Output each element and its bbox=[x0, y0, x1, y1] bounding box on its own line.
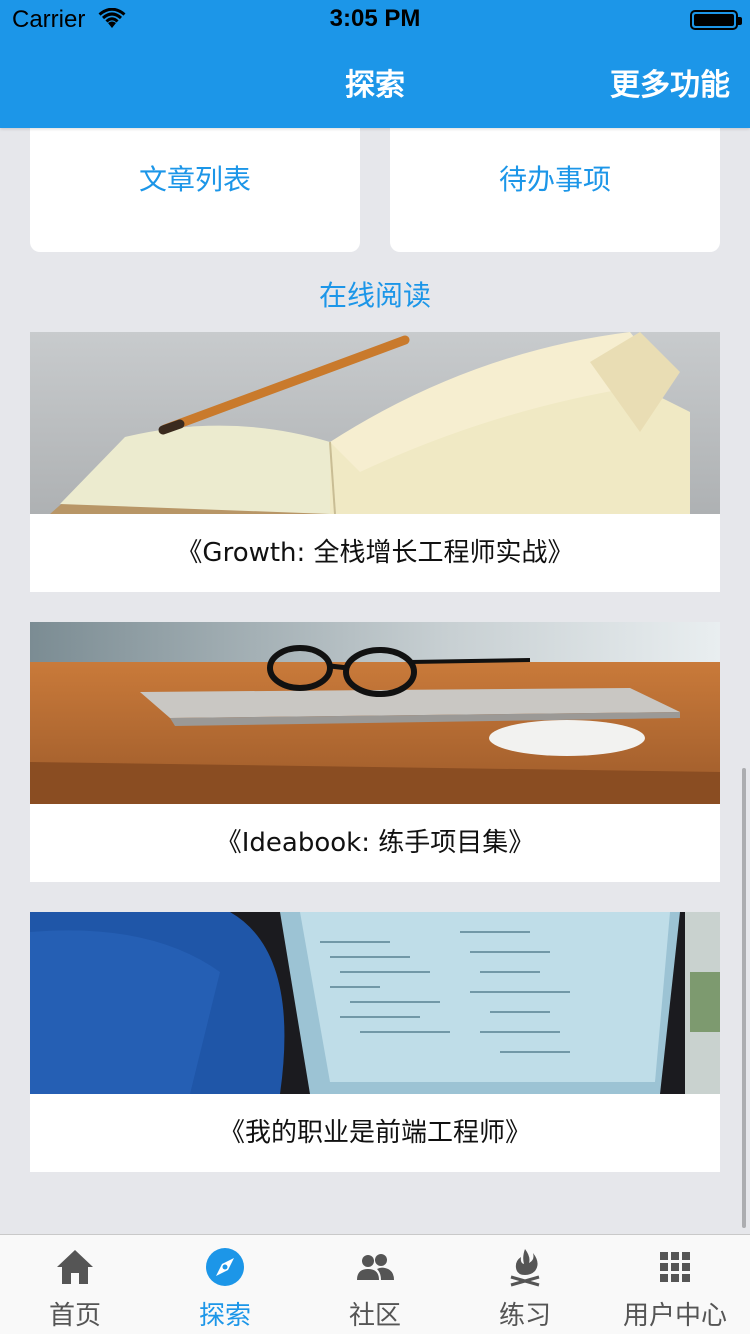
scrollbar[interactable] bbox=[742, 768, 746, 1228]
home-icon bbox=[57, 1250, 93, 1284]
tab-bar: 首页 探索 社区 练习 用户中心 bbox=[0, 1234, 750, 1334]
tab-user-center-label: 用户中心 bbox=[622, 1301, 727, 1331]
community-icon bbox=[357, 1254, 394, 1280]
book-cover-image bbox=[30, 912, 720, 1094]
tab-community[interactable]: 社区 bbox=[300, 1235, 450, 1334]
book-card[interactable]: 《我的职业是前端工程师》 bbox=[30, 912, 720, 1172]
book-card[interactable]: 《Growth: 全栈增长工程师实战》 bbox=[30, 332, 720, 592]
book-title: 《Growth: 全栈增长工程师实战》 bbox=[176, 538, 574, 568]
article-list-label: 文章列表 bbox=[138, 163, 251, 196]
tab-community-label: 社区 bbox=[348, 1301, 401, 1331]
todo-tile[interactable]: 待办事项 bbox=[390, 128, 720, 252]
section-title: 在线阅读 bbox=[318, 279, 431, 312]
article-list-icon bbox=[175, 128, 215, 134]
tab-practice-label: 练习 bbox=[498, 1301, 551, 1331]
book-card[interactable]: 《Ideabook: 练手项目集》 bbox=[30, 622, 720, 882]
battery-icon bbox=[690, 10, 742, 30]
practice-flame-icon bbox=[510, 1249, 540, 1287]
explore-content[interactable]: 文章列表 待办事项 在线阅读 《Growth: 全栈增长工程师实战》 《Idea… bbox=[0, 128, 750, 1234]
book-title: 《Ideabook: 练手项目集》 bbox=[215, 828, 535, 858]
tab-home[interactable]: 首页 bbox=[0, 1235, 150, 1334]
status-bar: Carrier 3:05 PM bbox=[0, 0, 750, 40]
book-cover-image bbox=[30, 622, 720, 804]
clock: 3:05 PM bbox=[329, 5, 421, 32]
grid-icon bbox=[660, 1252, 690, 1282]
book-cover-image bbox=[30, 332, 720, 514]
top-bar: Carrier 3:05 PM 探索 更多功能 bbox=[0, 0, 750, 128]
tab-practice[interactable]: 练习 bbox=[450, 1235, 600, 1334]
tab-explore-label: 探索 bbox=[198, 1301, 251, 1331]
book-title: 《我的职业是前端工程师》 bbox=[218, 1118, 531, 1148]
more-features-button[interactable]: 更多功能 bbox=[610, 60, 730, 104]
tab-user-center[interactable]: 用户中心 bbox=[600, 1235, 750, 1334]
todo-label: 待办事项 bbox=[498, 163, 611, 196]
article-list-tile[interactable]: 文章列表 bbox=[30, 128, 360, 252]
tab-home-label: 首页 bbox=[48, 1301, 101, 1331]
todo-icon bbox=[535, 128, 575, 134]
compass-icon bbox=[206, 1248, 244, 1286]
tab-explore[interactable]: 探索 bbox=[150, 1235, 300, 1334]
